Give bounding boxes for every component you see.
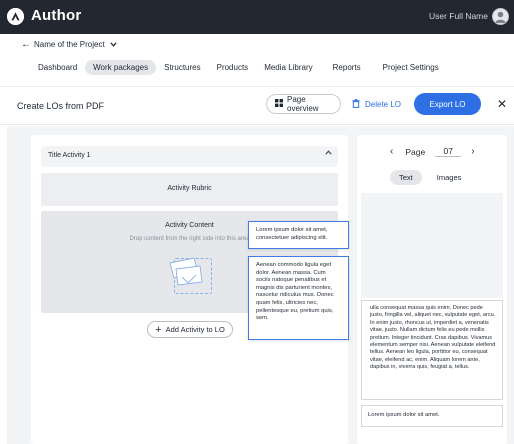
brand-logo-icon[interactable]	[7, 8, 24, 25]
page-overview-label: Page overview	[287, 95, 319, 113]
divider	[0, 124, 514, 125]
nav-item-work-packages[interactable]: Work packages	[85, 60, 157, 75]
nav-item-media-library[interactable]: Media Library	[256, 60, 320, 75]
chevron-up-icon[interactable]	[325, 150, 332, 157]
nav-item-structures[interactable]: Structures	[156, 60, 208, 75]
project-selector[interactable]: Name of the Project	[34, 40, 117, 49]
avatar[interactable]	[492, 8, 509, 25]
drag-cards-icon	[166, 255, 214, 295]
chevron-down-icon	[110, 40, 117, 49]
divider	[0, 86, 514, 87]
user-name[interactable]: User Full Name	[429, 11, 488, 21]
back-arrow-icon[interactable]: ←	[21, 39, 31, 50]
preview-tabs: Text Images	[390, 170, 470, 185]
text-snippet[interactable]: ulla consequat massa quis enim. Donec pe…	[361, 300, 503, 400]
delete-lo-button[interactable]: Delete LO	[352, 94, 401, 114]
page-overview-button[interactable]: Page overview	[266, 94, 341, 114]
tab-images[interactable]: Images	[428, 170, 471, 185]
page-label: Page	[405, 146, 426, 157]
app-topbar: Author User Full Name	[0, 0, 514, 34]
project-name: Name of the Project	[34, 40, 105, 49]
pdf-page-preview	[361, 193, 503, 298]
tab-text[interactable]: Text	[390, 170, 422, 185]
chevron-right-icon[interactable]: ›	[471, 146, 474, 157]
activity-title: Title Activity 1	[48, 152, 91, 159]
page-number-input[interactable]: 07	[435, 146, 462, 157]
project-nav: Dashboard Work packages Structures Produ…	[30, 59, 447, 76]
nav-item-project-settings[interactable]: Project Settings	[375, 60, 447, 75]
page-title: Create LOs from PDF	[17, 101, 105, 111]
page-navigator: ‹ Page 07 ›	[390, 146, 475, 157]
nav-item-products[interactable]: Products	[209, 60, 257, 75]
grid-icon	[275, 99, 283, 109]
delete-lo-label: Delete LO	[365, 99, 402, 109]
chevron-left-icon[interactable]: ‹	[390, 146, 393, 157]
dragged-text-snippet[interactable]: Lorem ipsum dolor sit amet, consectetuer…	[248, 221, 349, 249]
trash-icon	[352, 98, 360, 110]
nav-item-dashboard[interactable]: Dashboard	[30, 60, 85, 75]
activity-rubric-label: Activity Rubric	[167, 185, 212, 192]
add-activity-label: Add Activity to LO	[165, 325, 225, 334]
plus-icon: +	[155, 323, 162, 336]
brand-name[interactable]: Author	[31, 7, 81, 24]
dragged-text-snippet[interactable]: Aenean commodo ligula eget dolor. Aenean…	[248, 256, 349, 340]
close-icon[interactable]: ✕	[497, 97, 507, 111]
nav-item-reports[interactable]: Reports	[325, 60, 369, 75]
export-lo-button[interactable]: Export LO	[414, 93, 481, 115]
text-snippet[interactable]: Lorem ipsum dolor sit amet.	[361, 405, 503, 427]
add-activity-button[interactable]: + Add Activity to LO	[147, 321, 233, 338]
